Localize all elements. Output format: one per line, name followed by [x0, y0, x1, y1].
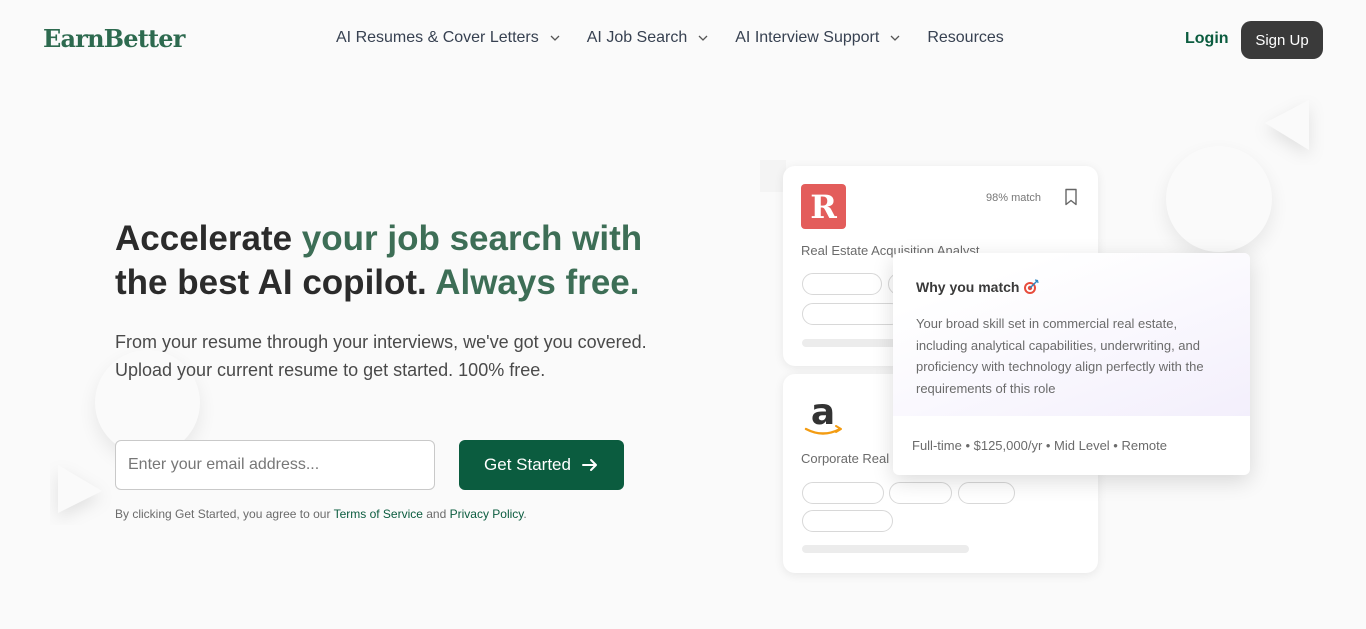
site-header: EarnBetter AI Resumes & Cover Letters AI…: [0, 0, 1366, 80]
why-title-text: Why you match: [916, 279, 1020, 295]
hero-subtitle: From your resume through your interviews…: [115, 332, 647, 380]
main-nav: AI Resumes & Cover Letters AI Job Search…: [336, 29, 1030, 47]
nav-ai-job-search[interactable]: AI Job Search: [587, 29, 710, 47]
hero-title-part: the best AI copilot.: [115, 263, 436, 302]
arrow-right-icon: [581, 459, 597, 471]
tag-pill: [802, 482, 884, 504]
legal-prefix: By clicking Get Started, you agree to ou…: [115, 507, 334, 521]
get-started-label: Get Started: [484, 455, 571, 474]
placeholder-bar: [802, 545, 969, 553]
decorative-triangle: [58, 465, 102, 513]
nav-label: AI Resumes & Cover Letters: [336, 29, 539, 46]
login-link[interactable]: Login: [1185, 30, 1229, 48]
legal-suffix: .: [523, 507, 527, 521]
why-body: Your broad skill set in commercial real …: [916, 316, 1204, 396]
hero-title-highlight: your job search with: [301, 219, 643, 258]
bookmark-icon[interactable]: [1063, 188, 1079, 206]
tag-pill: [889, 482, 952, 504]
nav-ai-resumes[interactable]: AI Resumes & Cover Letters: [336, 29, 561, 47]
tag-pill: [958, 482, 1015, 504]
tag-pill: [802, 273, 882, 295]
hero-title-part: Accelerate: [115, 219, 302, 258]
amazon-logo: a: [804, 392, 842, 435]
tag-pill: [802, 510, 893, 532]
signup-button[interactable]: Sign Up: [1241, 21, 1323, 59]
get-started-button[interactable]: Get Started: [459, 440, 624, 490]
tag-pill: [802, 303, 902, 325]
nav-label: AI Interview Support: [735, 29, 880, 46]
why-title: Why you match: [916, 279, 1040, 295]
why-you-match-panel: Why you match Your broad skill set in co…: [893, 253, 1250, 475]
nav-ai-interview-support[interactable]: AI Interview Support: [735, 29, 901, 47]
job-details: Full-time • $125,000/yr • Mid Level • Re…: [912, 438, 1167, 453]
hero-title: Accelerate your job search with the best …: [115, 217, 695, 305]
terms-link[interactable]: Terms of Service: [334, 507, 423, 521]
privacy-link[interactable]: Privacy Policy: [450, 507, 524, 521]
nav-resources[interactable]: Resources: [927, 29, 1003, 47]
match-score: 98% match: [986, 192, 1042, 204]
logo[interactable]: EarnBetter: [43, 24, 185, 53]
nav-label: AI Job Search: [586, 29, 688, 46]
chevron-down-icon: [550, 35, 560, 41]
email-input[interactable]: [115, 440, 435, 490]
company-logo: R: [801, 184, 846, 229]
svg-text:a: a: [811, 392, 835, 433]
chevron-down-icon: [698, 35, 708, 41]
target-icon: [1024, 279, 1040, 294]
chevron-down-icon: [890, 35, 900, 41]
hero-title-highlight: Always free.: [435, 263, 640, 302]
legal-text: By clicking Get Started, you agree to ou…: [115, 507, 527, 521]
decorative-triangle: [1265, 100, 1309, 150]
legal-and: and: [422, 507, 450, 521]
nav-label: Resources: [927, 29, 1004, 46]
